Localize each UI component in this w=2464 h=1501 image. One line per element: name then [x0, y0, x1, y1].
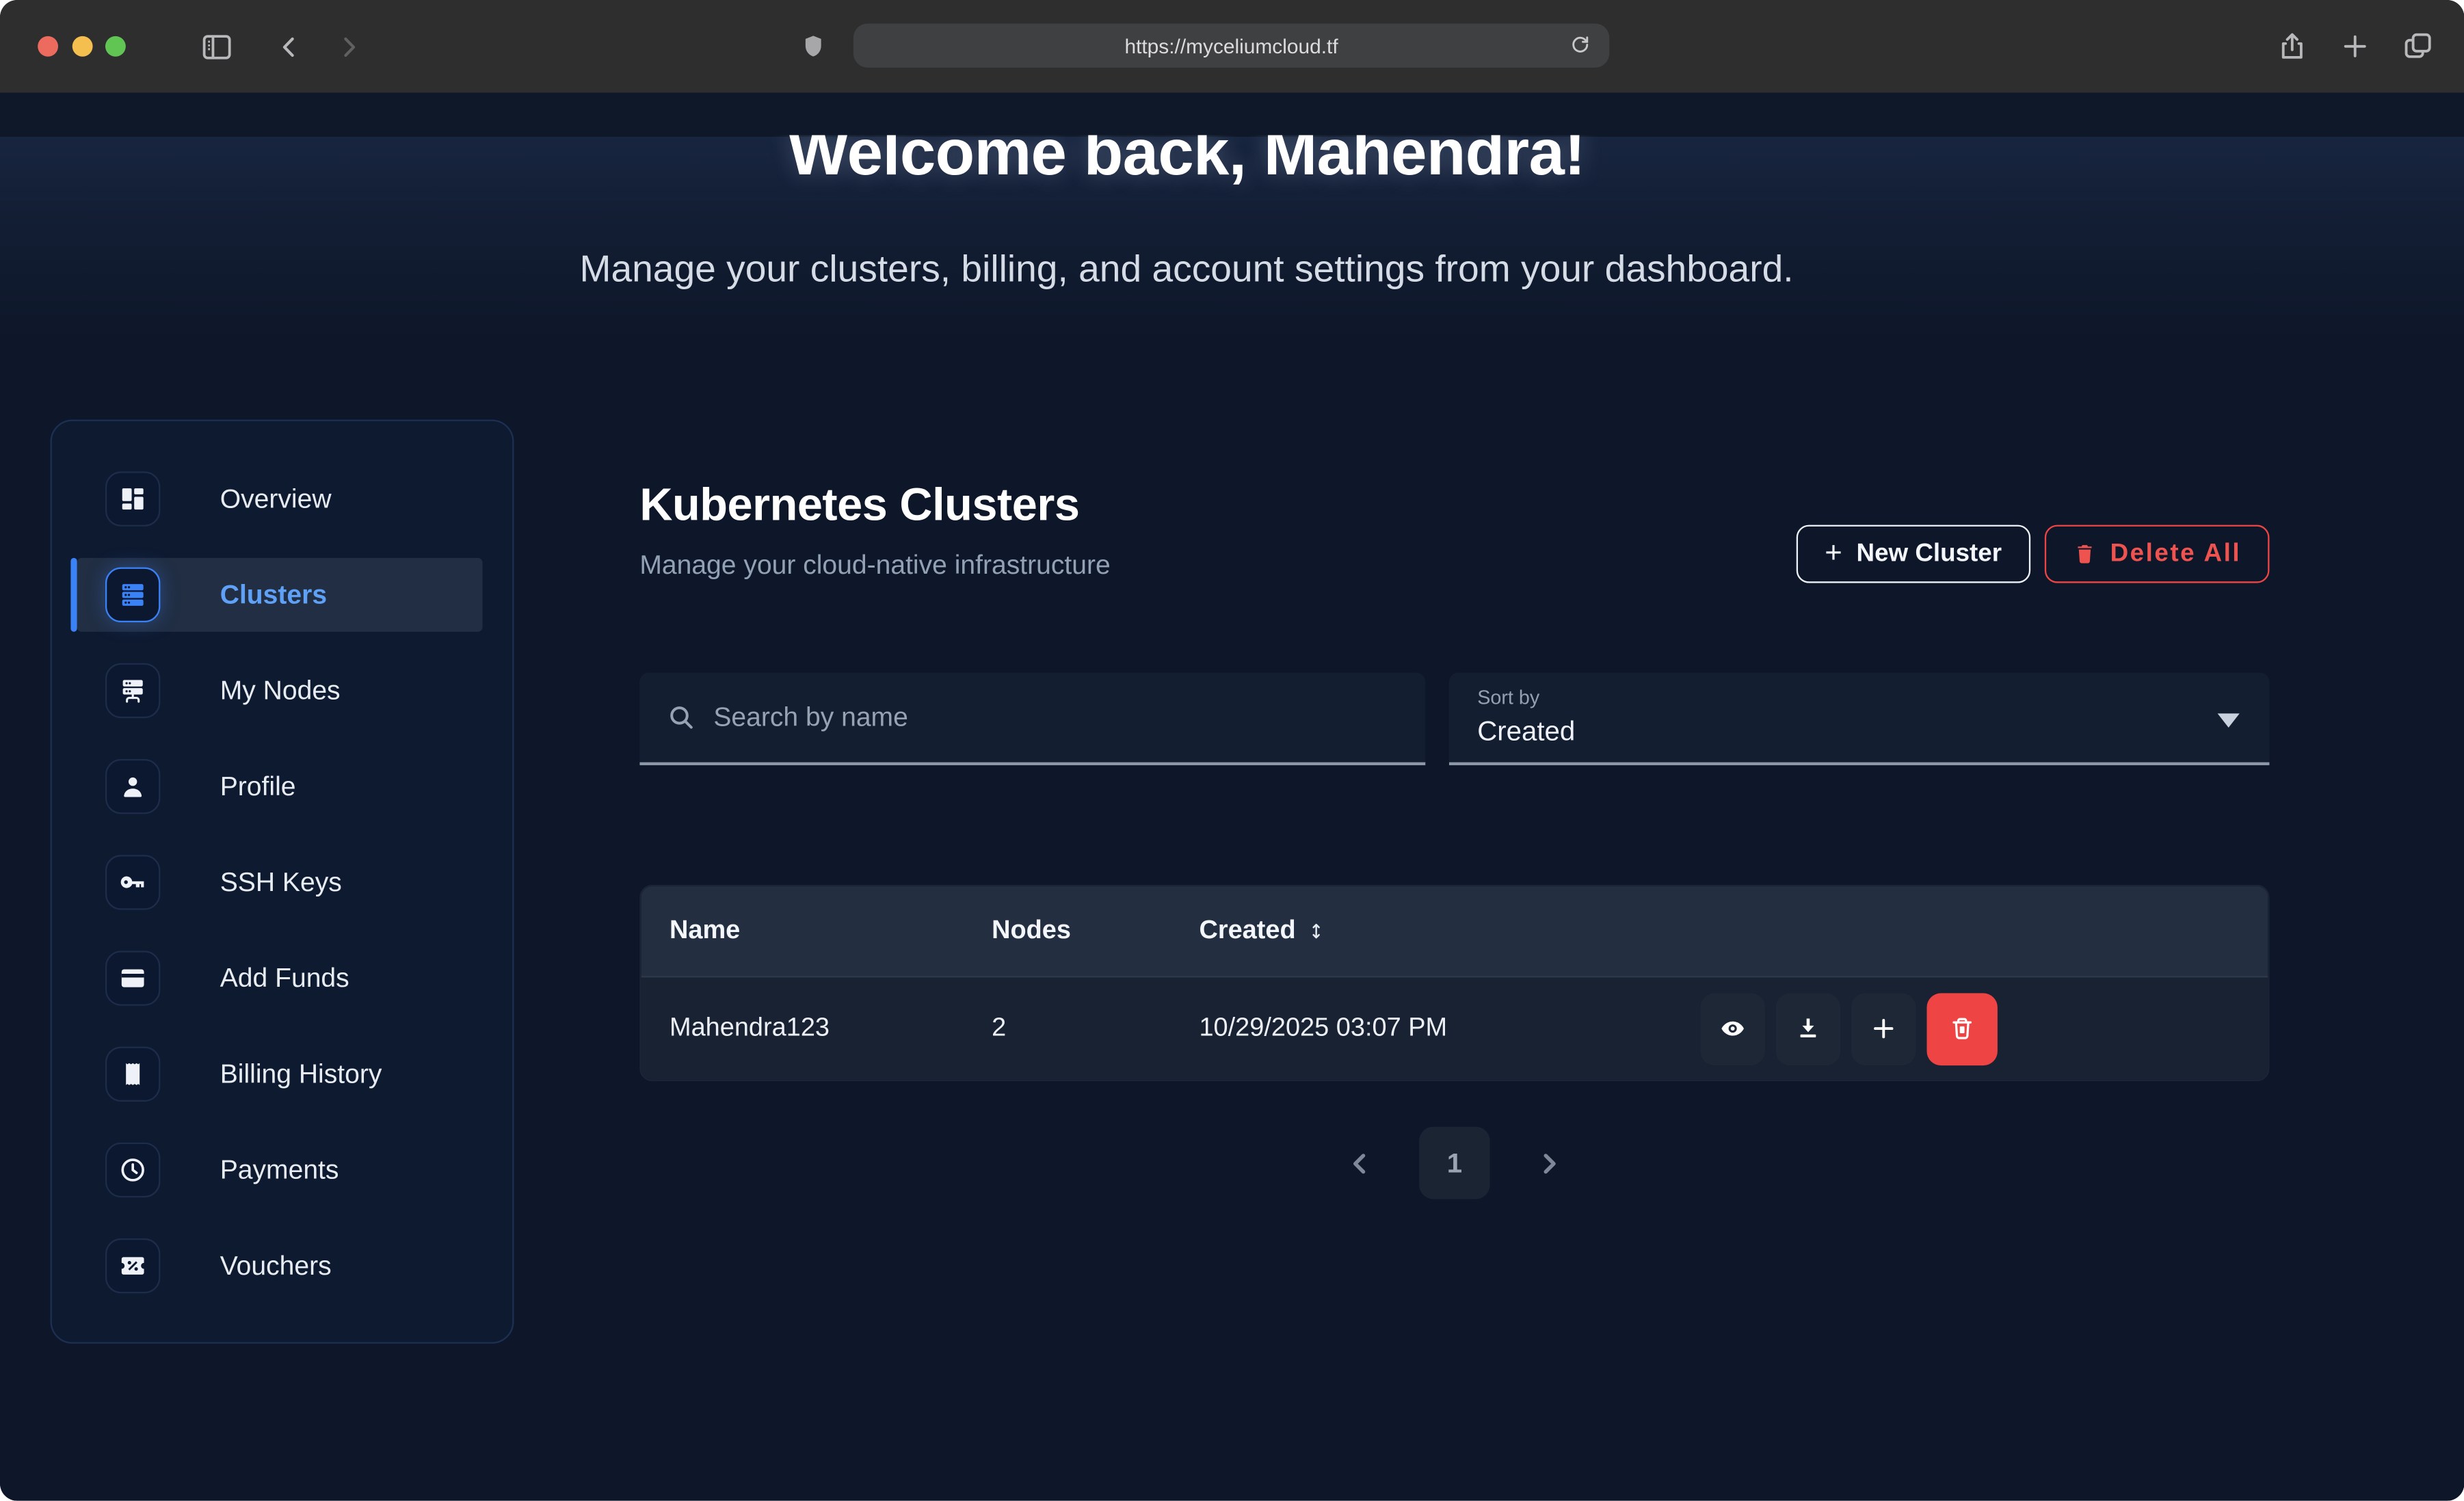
- sidebar-item-label: Overview: [220, 483, 332, 515]
- browser-toolbar: https://myceliumcloud.tf: [0, 0, 2464, 93]
- toolbar-right: [2276, 30, 2435, 63]
- minimize-window-button[interactable]: [72, 36, 92, 57]
- ticket-icon: [118, 1251, 148, 1281]
- icon-tile: [105, 1238, 160, 1293]
- sidebar: Overview Clusters My Nodes Profile SSH K…: [51, 420, 514, 1344]
- icon-tile: [105, 1047, 160, 1102]
- clusters-table: Name Nodes Created Mahendra123 2 10/29/2…: [639, 885, 2269, 1081]
- page-title: Welcome back, Mahendra!: [0, 135, 2373, 192]
- icon-tile: [105, 663, 160, 718]
- sidebar-item-ssh-keys[interactable]: SSH Keys: [52, 834, 512, 930]
- sidebar-item-label: SSH Keys: [220, 866, 342, 898]
- eye-icon: [1719, 1015, 1746, 1042]
- key-icon: [118, 868, 148, 898]
- dashboard-page: Welcome back, Mahendra! Manage your clus…: [0, 93, 2464, 1501]
- chevron-down-icon: [2218, 713, 2240, 728]
- cell-cluster-name: Mahendra123: [641, 1013, 992, 1044]
- download-button[interactable]: [1776, 992, 1840, 1065]
- col-created[interactable]: Created: [1199, 916, 1700, 946]
- delete-all-button[interactable]: Delete All: [2044, 525, 2269, 583]
- url-field[interactable]: https://myceliumcloud.tf: [853, 23, 1609, 67]
- pagination: 1: [639, 1127, 2269, 1199]
- sort-value: Created: [1477, 715, 2269, 748]
- col-name: Name: [641, 916, 992, 946]
- section-subtitle: Manage your cloud-native infrastructure: [639, 550, 1110, 581]
- clock-icon: [118, 1155, 148, 1185]
- row-actions: [1701, 992, 1998, 1065]
- icon-tile: [105, 759, 160, 814]
- viewport: https://myceliumcloud.tf: [0, 0, 2464, 1501]
- reload-icon[interactable]: [1569, 33, 1592, 56]
- url-text: https://myceliumcloud.tf: [1124, 34, 1338, 57]
- traffic-lights: [38, 36, 126, 57]
- cell-created-date: 10/29/2025 03:07 PM: [1199, 1013, 1700, 1044]
- tab-overview-icon[interactable]: [2401, 30, 2434, 63]
- sidebar-item-add-funds[interactable]: Add Funds: [52, 930, 512, 1026]
- sidebar-item-label: Billing History: [220, 1059, 382, 1090]
- delete-button[interactable]: [1926, 992, 1997, 1065]
- section-header: Kubernetes Clusters Manage your cloud-na…: [639, 481, 1110, 581]
- plus-icon: +: [1825, 539, 1842, 569]
- sidebar-item-billing-history[interactable]: Billing History: [52, 1026, 512, 1122]
- table-body: Mahendra123 2 10/29/2025 03:07 PM: [641, 976, 2268, 1080]
- table-row: Mahendra123 2 10/29/2025 03:07 PM: [641, 976, 2268, 1080]
- card-icon: [118, 964, 148, 994]
- sort-label: Sort by: [1477, 687, 2269, 708]
- table-header: Name Nodes Created: [641, 886, 2268, 976]
- sidebar-item-vouchers[interactable]: Vouchers: [52, 1218, 512, 1314]
- page-number[interactable]: 1: [1419, 1127, 1489, 1199]
- icon-tile: [105, 1143, 160, 1197]
- chevron-left-icon[interactable]: [1345, 1148, 1375, 1178]
- clusters-icon: [118, 580, 148, 610]
- sidebar-item-clusters[interactable]: Clusters: [52, 547, 512, 643]
- trash-icon: [1949, 1015, 1976, 1042]
- sidebar-item-label: Add Funds: [220, 963, 349, 994]
- back-icon[interactable]: [275, 32, 303, 60]
- page-subtitle: Manage your clusters, billing, and accou…: [0, 248, 2373, 292]
- search-input[interactable]: [713, 702, 1373, 733]
- chevron-right-icon[interactable]: [1534, 1148, 1564, 1178]
- icon-tile: [105, 951, 160, 1005]
- sidebar-item-label: Profile: [220, 771, 296, 802]
- sort-select[interactable]: Sort by Created: [1449, 673, 2270, 766]
- sidebar-toggle-icon[interactable]: [200, 29, 235, 64]
- hero-title-wrap: Welcome back, Mahendra!: [0, 135, 2373, 197]
- new-cluster-button[interactable]: + New Cluster: [1797, 525, 2030, 583]
- cell-node-count: 2: [992, 1013, 1199, 1044]
- zoom-window-button[interactable]: [105, 36, 126, 57]
- add-node-button[interactable]: [1851, 992, 1916, 1065]
- sidebar-item-label: My Nodes: [220, 675, 341, 706]
- sidebar-item-label: Clusters: [220, 579, 327, 611]
- trash-icon: [2072, 542, 2095, 566]
- section-title: Kubernetes Clusters: [639, 481, 1110, 533]
- sidebar-item-overview[interactable]: Overview: [52, 451, 512, 547]
- icon-tile: [105, 855, 160, 909]
- profile-icon: [118, 771, 148, 801]
- close-window-button[interactable]: [38, 36, 58, 57]
- shield-icon[interactable]: [800, 31, 827, 62]
- hero-top-strip: [0, 93, 2464, 137]
- overview-icon: [118, 484, 148, 514]
- icon-tile: [105, 568, 160, 622]
- header-actions: + New Cluster Delete All: [1797, 525, 2270, 583]
- download-icon: [1794, 1015, 1821, 1042]
- sort-updown-icon: [1307, 919, 1327, 942]
- plus-icon: [1870, 1015, 1897, 1042]
- col-nodes: Nodes: [992, 916, 1199, 946]
- browser-window: https://myceliumcloud.tf: [0, 0, 2464, 1501]
- sidebar-item-my-nodes[interactable]: My Nodes: [52, 643, 512, 739]
- sidebar-item-profile[interactable]: Profile: [52, 739, 512, 834]
- forward-icon[interactable]: [334, 32, 362, 60]
- view-button[interactable]: [1701, 992, 1765, 1065]
- icon-tile: [105, 471, 160, 526]
- nodes-icon: [118, 676, 148, 706]
- new-tab-icon[interactable]: [2339, 30, 2372, 63]
- receipt-icon: [118, 1059, 148, 1089]
- sidebar-item-payments[interactable]: Payments: [52, 1122, 512, 1218]
- search-field: [639, 673, 1425, 766]
- search-icon: [666, 702, 696, 732]
- sidebar-item-label: Payments: [220, 1154, 339, 1186]
- sidebar-item-label: Vouchers: [220, 1250, 332, 1281]
- share-icon[interactable]: [2276, 30, 2309, 63]
